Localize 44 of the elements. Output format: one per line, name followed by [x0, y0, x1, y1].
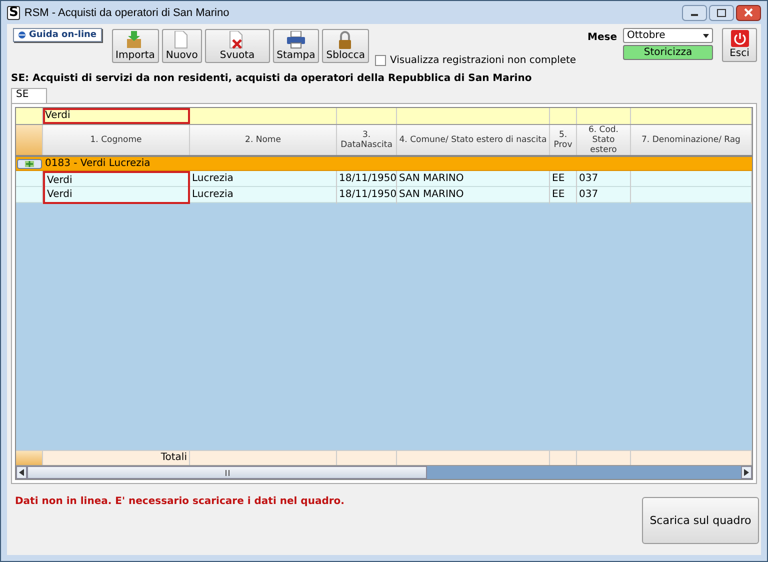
archive-button[interactable]: Storicizza	[623, 45, 713, 60]
table-cell: Verdi	[43, 187, 190, 204]
column-header[interactable]: 5. Prov	[550, 125, 577, 155]
help-button[interactable]: Guida on-line	[13, 28, 102, 42]
month-label: Mese	[588, 32, 617, 45]
exit-button[interactable]: Esci	[722, 28, 757, 62]
column-header[interactable]: 3. DataNascita	[337, 125, 397, 155]
download-button[interactable]: Scarica sul quadro	[642, 497, 759, 544]
right-arrow-icon[interactable]	[744, 469, 749, 476]
group-icon[interactable]	[16, 158, 43, 169]
checkbox[interactable]	[374, 54, 386, 66]
close-button[interactable]	[736, 4, 761, 20]
table-cell: 037	[577, 187, 631, 204]
grip-icon	[224, 470, 230, 476]
power-icon	[730, 30, 748, 47]
tab[interactable]: SE	[11, 88, 47, 103]
minimize-button[interactable]	[682, 4, 707, 20]
window-title: RSM - Acquisti da operatori di San Marino	[24, 6, 230, 18]
column-header[interactable]: 2. Nome	[190, 125, 337, 155]
table-cell: EE	[550, 187, 577, 204]
column-header[interactable]: 1. Cognome	[43, 125, 190, 155]
section-heading: SE: Acquisti di servizi da non residenti, acquisti da operatori della Repubblica di San Marino	[11, 73, 533, 86]
filter-field[interactable]: Verdi	[43, 108, 190, 124]
printer-icon	[286, 31, 306, 49]
dropdown-arrow-icon	[703, 34, 709, 38]
group-title: 0183 - Verdi Lucrezia	[44, 157, 150, 170]
app-logo: S	[7, 6, 20, 20]
horizontal-scrollbar[interactable]	[16, 465, 752, 479]
left-arrow-icon[interactable]	[19, 469, 24, 476]
status-message: Dati non in linea. E' necessario scaricare i dati nel quadro.	[15, 496, 344, 507]
toolbar-button[interactable]: Importa	[112, 29, 159, 63]
month-dropdown[interactable]: Ottobre	[623, 28, 713, 43]
column-header[interactable]: 4. Comune/ Stato estero di nascita	[397, 125, 550, 155]
toolbar-button[interactable]: Stampa	[272, 29, 320, 63]
toolbar-button[interactable]: Svuota	[204, 29, 270, 63]
column-header[interactable]: 7. Denominazione/ Rag	[631, 125, 752, 155]
checkbox-label: Visualizza registrazioni non complete	[390, 54, 576, 66]
table-cell: Lucrezia	[190, 187, 337, 204]
maximize-button[interactable]	[709, 4, 734, 20]
toolbar-button[interactable]: Sblocca	[322, 29, 369, 63]
toolbar-button[interactable]: Nuovo	[162, 29, 202, 63]
table-cell: SAN MARINO	[397, 187, 550, 204]
table-cell: 18/11/1950	[337, 187, 397, 204]
column-header[interactable]: 6. Cod. Stato estero	[577, 125, 631, 155]
